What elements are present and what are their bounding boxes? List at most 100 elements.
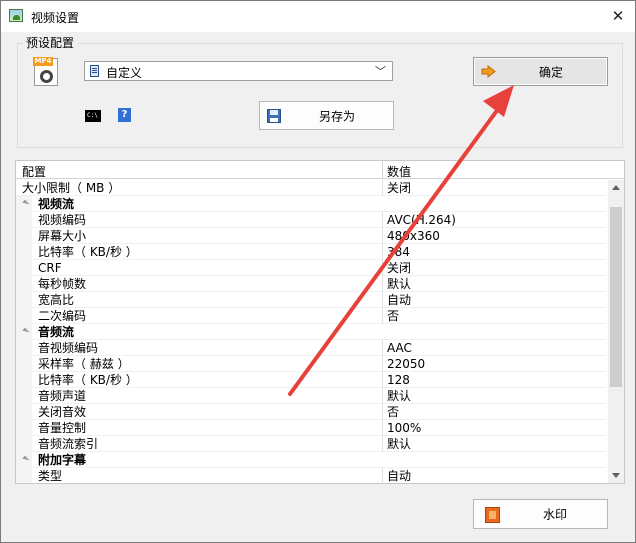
row-gutter <box>16 308 32 324</box>
watermark-icon <box>485 507 500 523</box>
property-value[interactable]: 384 <box>387 244 410 260</box>
table-row[interactable]: 类型 自动 <box>16 468 606 483</box>
title-bar[interactable]: 视频设置 ✕ <box>1 1 635 32</box>
property-name: 比特率（ KB/秒 ） <box>38 373 138 387</box>
table-row[interactable]: 比特率（ KB/秒 ） 384 <box>16 244 606 260</box>
property-name: CRF <box>38 261 62 275</box>
property-value[interactable]: 否 <box>387 404 399 420</box>
property-value[interactable]: 自动 <box>387 468 411 483</box>
property-name: 音频声道 <box>38 389 87 403</box>
confirm-button-label: 确定 <box>539 65 564 79</box>
property-value[interactable]: AAC <box>387 340 412 356</box>
cell-separator <box>382 420 383 436</box>
row-gutter <box>16 388 32 404</box>
vertical-scrollbar[interactable] <box>608 180 624 483</box>
table-row[interactable]: 二次编码 否 <box>16 308 606 324</box>
table-row[interactable]: 每秒帧数 默认 <box>16 276 606 292</box>
cell-separator <box>382 244 383 260</box>
command-line-icon[interactable]: C:\ <box>85 110 101 122</box>
property-name: 每秒帧数 <box>38 277 87 291</box>
table-row[interactable]: 屏幕大小 480x360 <box>16 228 606 244</box>
property-value[interactable]: 关闭 <box>387 260 411 276</box>
table-row[interactable]: 音视频编码 AAC <box>16 340 606 356</box>
row-gutter <box>16 228 32 244</box>
close-icon[interactable]: ✕ <box>609 7 627 25</box>
property-value[interactable]: 100% <box>387 420 421 436</box>
property-value[interactable]: 默认 <box>387 388 411 404</box>
mp4-badge: MP4 <box>33 57 53 66</box>
category-row[interactable]: 附加字幕 <box>16 452 606 468</box>
column-separator[interactable] <box>382 161 383 179</box>
cell-separator <box>382 388 383 404</box>
table-row[interactable]: 大小限制（ MB ） 关闭 <box>16 180 606 196</box>
video-settings-window: 视频设置 ✕ 预设配置 MP4 自定义 ﹀ 确定 C:\ ? 另存为 配置 数值… <box>0 0 636 543</box>
settings-property-grid: 配置 数值 大小限制（ MB ）关闭 视频流 视频编码 AVC(H.264) 屏幕大小 4… <box>15 160 625 484</box>
property-name: 宽高比 <box>38 293 75 307</box>
cell-separator <box>382 372 383 388</box>
cell-separator <box>382 212 383 228</box>
preset-group-label: 预设配置 <box>23 34 78 51</box>
table-row[interactable]: 音频流索引 默认 <box>16 436 606 452</box>
column-header-name[interactable]: 配置 <box>22 163 46 180</box>
property-value[interactable]: 默认 <box>387 276 411 292</box>
row-gutter <box>16 244 32 260</box>
scroll-up-icon[interactable] <box>612 185 620 190</box>
cell-separator <box>382 292 383 308</box>
scroll-down-icon[interactable] <box>612 473 620 478</box>
preset-doc-icon <box>90 65 99 77</box>
table-row[interactable]: CRF 关闭 <box>16 260 606 276</box>
property-name: 类型 <box>38 469 63 483</box>
cell-separator <box>382 180 383 196</box>
category-row[interactable]: 视频流 <box>16 196 606 212</box>
property-name: 音频流索引 <box>38 437 99 451</box>
property-value[interactable]: 22050 <box>387 356 425 372</box>
preset-selected-value: 自定义 <box>106 66 143 80</box>
category-label: 视频流 <box>38 197 75 211</box>
property-name: 音视频编码 <box>38 341 99 355</box>
cell-separator <box>382 340 383 356</box>
table-row[interactable]: 音量控制 100% <box>16 420 606 436</box>
cell-separator <box>382 228 383 244</box>
cell-separator <box>382 436 383 452</box>
watermark-button-label: 水印 <box>543 507 568 522</box>
row-gutter <box>16 468 32 483</box>
floppy-disk-icon <box>267 109 281 123</box>
property-name: 音量控制 <box>38 421 87 435</box>
row-gutter <box>16 260 32 276</box>
row-gutter <box>16 420 32 436</box>
cell-separator <box>382 276 383 292</box>
confirm-button[interactable]: 确定 <box>473 57 608 86</box>
help-icon[interactable]: ? <box>118 108 131 122</box>
property-value[interactable]: 自动 <box>387 292 411 308</box>
table-row[interactable]: 比特率（ KB/秒 ） 128 <box>16 372 606 388</box>
table-row[interactable]: 采样率（ 赫兹 ） 22050 <box>16 356 606 372</box>
scroll-thumb[interactable] <box>610 207 622 387</box>
row-gutter <box>16 436 32 452</box>
save-as-button-label: 另存为 <box>319 109 356 123</box>
cell-separator <box>382 356 383 372</box>
watermark-button[interactable]: 水印 <box>473 499 608 529</box>
column-header-value[interactable]: 数值 <box>387 163 411 180</box>
save-as-button[interactable]: 另存为 <box>259 101 394 130</box>
table-row[interactable]: 音频声道 默认 <box>16 388 606 404</box>
property-name: 屏幕大小 <box>38 229 87 243</box>
app-icon <box>9 9 23 22</box>
property-value[interactable]: 否 <box>387 308 399 324</box>
cell-separator <box>382 468 383 483</box>
chevron-down-icon[interactable]: ﹀ <box>375 63 386 79</box>
category-label: 附加字幕 <box>38 453 87 467</box>
property-value[interactable]: 128 <box>387 372 410 388</box>
category-row[interactable]: 音频流 <box>16 324 606 340</box>
table-row[interactable]: 宽高比 自动 <box>16 292 606 308</box>
property-value[interactable]: 关闭 <box>387 180 411 196</box>
property-value[interactable]: 480x360 <box>387 228 440 244</box>
property-value[interactable]: AVC(H.264) <box>387 212 456 228</box>
property-value[interactable]: 默认 <box>387 436 411 452</box>
preset-dropdown[interactable]: 自定义 ﹀ <box>84 61 393 81</box>
property-name: 采样率（ 赫兹 ） <box>38 357 130 371</box>
row-gutter <box>16 404 32 420</box>
table-row[interactable]: 视频编码 AVC(H.264) <box>16 212 606 228</box>
table-row[interactable]: 关闭音效 否 <box>16 404 606 420</box>
category-label: 音频流 <box>38 325 75 339</box>
row-gutter <box>16 372 32 388</box>
